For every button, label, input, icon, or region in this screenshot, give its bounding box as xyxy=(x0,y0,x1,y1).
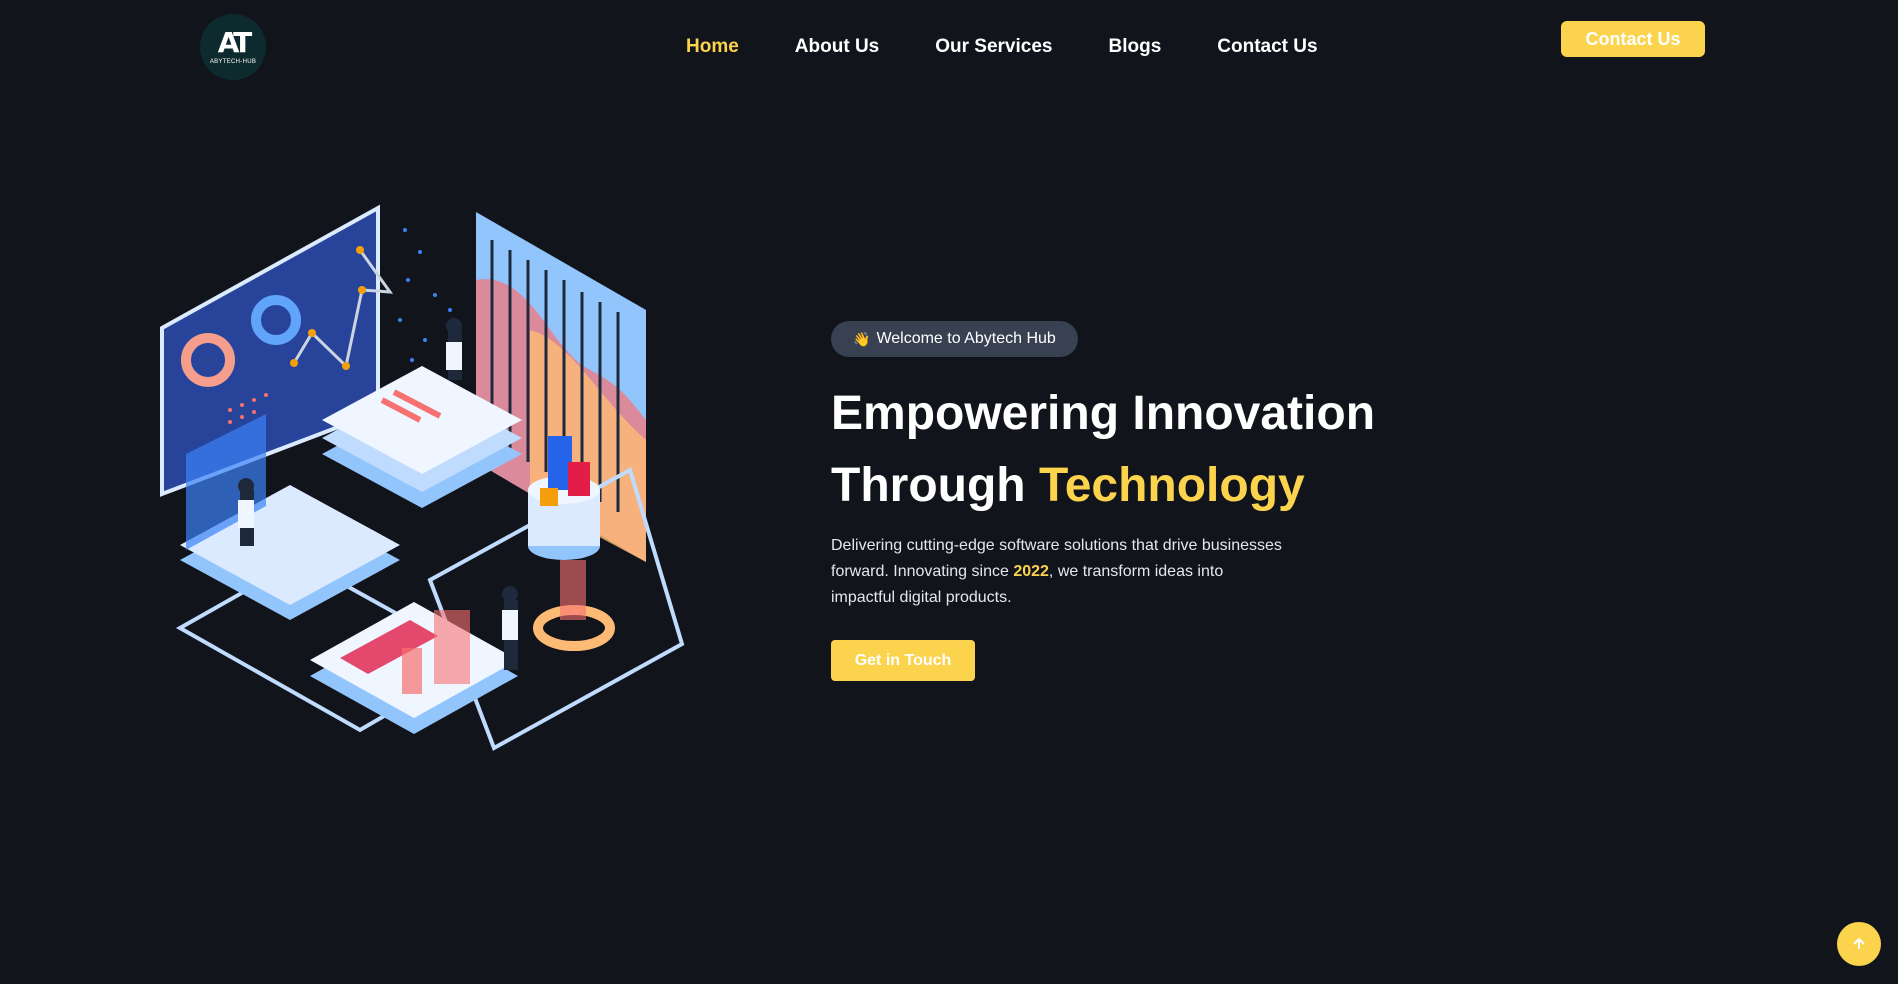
nav-contact-us[interactable]: Contact Us xyxy=(1217,36,1317,58)
hero-illustration xyxy=(160,204,685,751)
hero-desc-year: 2022 xyxy=(1013,563,1049,580)
brand-logo[interactable]: AT ABYTECH-HUB xyxy=(200,14,266,80)
hero-title-line2-prefix: Through xyxy=(831,459,1039,512)
nav-blogs[interactable]: Blogs xyxy=(1108,36,1161,58)
header-contact-button[interactable]: Contact Us xyxy=(1561,21,1705,57)
site-header: AT ABYTECH-HUB Home About Us Our Service… xyxy=(0,0,1898,94)
nav-home[interactable]: Home xyxy=(686,36,739,58)
logo-mark: AT xyxy=(217,26,253,59)
hero-title-accent: Technology xyxy=(1038,459,1305,512)
arrow-up-icon xyxy=(1853,937,1865,949)
welcome-badge-text: Welcome to Abytech Hub xyxy=(876,330,1056,347)
hero-title: Empowering Innovation Through Technology xyxy=(831,378,1375,522)
hero-title-line1: Empowering Innovation xyxy=(831,387,1376,440)
nav-about-us[interactable]: About Us xyxy=(795,36,879,58)
logo-text: ABYTECH-HUB xyxy=(209,59,257,65)
welcome-badge: 👋 Welcome to Abytech Hub xyxy=(831,321,1078,357)
main-nav: Home About Us Our Services Blogs Contact… xyxy=(686,36,1374,58)
get-in-touch-button[interactable]: Get in Touch xyxy=(831,640,975,681)
hero-description: Delivering cutting-edge software solutio… xyxy=(831,533,1291,611)
nav-our-services[interactable]: Our Services xyxy=(935,36,1052,58)
scroll-to-top-button[interactable] xyxy=(1837,922,1881,966)
waving-hand-icon: 👋 xyxy=(853,330,871,347)
